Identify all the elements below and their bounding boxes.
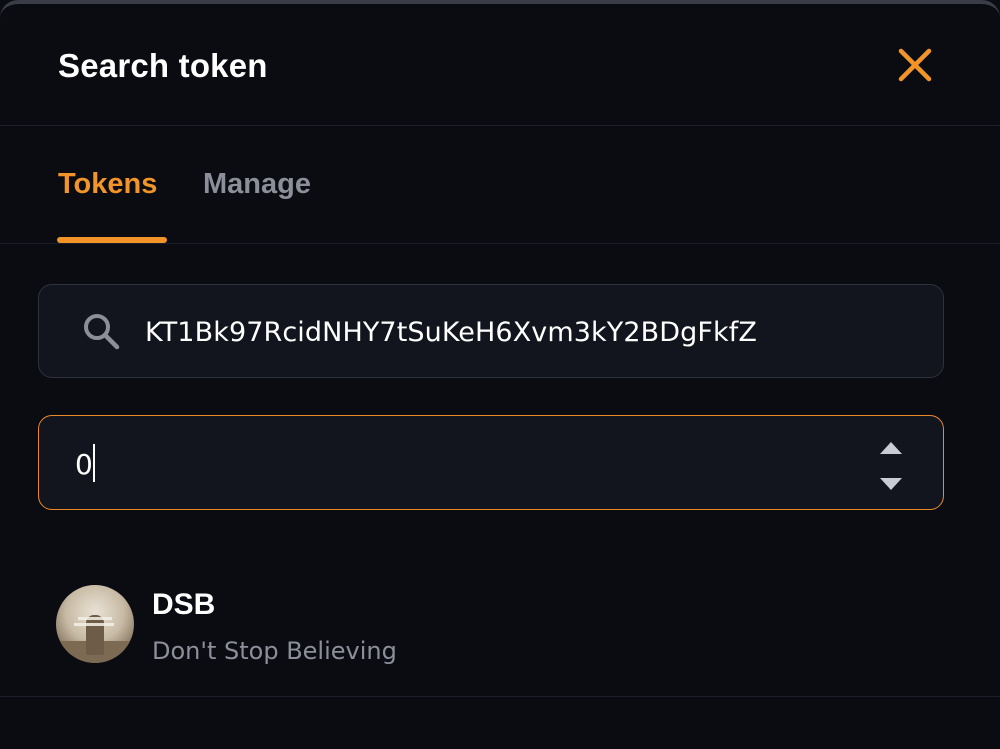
token-id-field[interactable] bbox=[38, 415, 944, 510]
tab-bar: Tokens Manage bbox=[0, 126, 1000, 244]
modal-header: Search token bbox=[0, 4, 1000, 126]
search-token-modal: Search token Tokens Manage KT1Bk97RcidNH… bbox=[0, 0, 1000, 749]
number-stepper[interactable] bbox=[871, 430, 911, 496]
tab-manage[interactable]: Manage bbox=[203, 164, 311, 204]
close-icon bbox=[898, 48, 932, 82]
search-icon bbox=[84, 314, 120, 350]
search-input[interactable] bbox=[145, 307, 915, 357]
search-field[interactable] bbox=[38, 284, 944, 378]
stepper-up-button[interactable] bbox=[871, 434, 911, 464]
token-avatar bbox=[56, 585, 134, 663]
modal-title: Search token bbox=[58, 47, 268, 84]
token-symbol: DSB bbox=[152, 588, 216, 621]
active-tab-indicator bbox=[57, 237, 167, 243]
caret-up-icon bbox=[880, 442, 902, 454]
token-id-input[interactable] bbox=[75, 439, 775, 489]
caret-down-icon bbox=[880, 478, 902, 490]
tab-tokens[interactable]: Tokens bbox=[58, 164, 157, 204]
token-list-item[interactable]: DSB Don't Stop Believing bbox=[0, 564, 1000, 697]
close-button[interactable] bbox=[888, 38, 944, 94]
stepper-down-button[interactable] bbox=[871, 468, 911, 498]
text-caret bbox=[93, 444, 95, 482]
token-name: Don't Stop Believing bbox=[152, 637, 397, 665]
